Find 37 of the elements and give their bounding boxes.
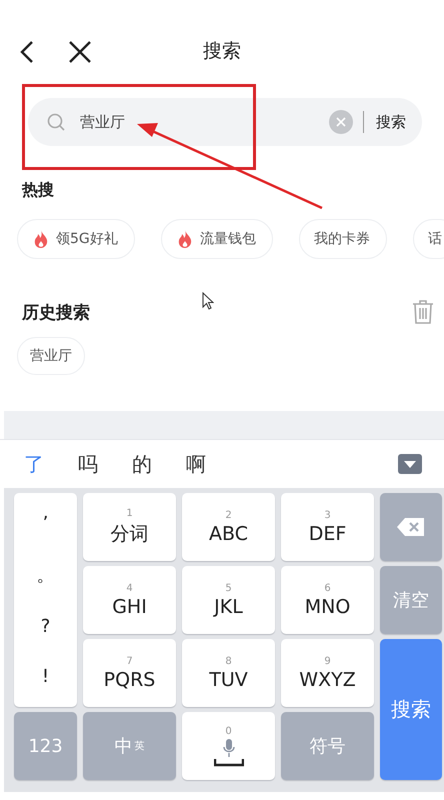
collapse-keyboard-icon[interactable] xyxy=(398,454,422,474)
candidate-word[interactable]: 啊 xyxy=(186,450,206,478)
keypad-key[interactable]: 5 JKL xyxy=(182,566,275,634)
fire-icon xyxy=(32,229,50,249)
candidate-word[interactable]: 吗 xyxy=(78,450,98,478)
backspace-icon xyxy=(396,517,426,537)
search-field[interactable]: 营业厅 搜索 xyxy=(28,98,422,146)
key-digit: 0 xyxy=(225,726,232,736)
history-chip[interactable]: 营业厅 xyxy=(17,337,85,375)
hot-search-chip[interactable]: 我的卡券 xyxy=(298,219,387,259)
mouse-pointer-icon xyxy=(202,292,214,310)
keypad-key[interactable]: 2 ABC xyxy=(182,493,275,561)
keypad-key[interactable]: 7 PQRS xyxy=(83,639,176,707)
microphone-icon xyxy=(222,738,234,756)
hot-search-chip[interactable]: 领5G好礼 xyxy=(17,219,135,259)
candidate-word[interactable]: 了 xyxy=(24,450,44,478)
space-bar-icon xyxy=(214,758,244,766)
search-icon xyxy=(46,112,66,132)
keypad-key[interactable]: 4 GHI xyxy=(83,566,176,634)
candidate-word[interactable]: 的 xyxy=(132,450,152,478)
hot-search-chip[interactable]: 流量钱包 xyxy=(160,219,273,259)
keypad-key[interactable]: 6 MNO xyxy=(281,566,374,634)
section-title: 历史搜索 xyxy=(20,302,90,324)
back-icon[interactable] xyxy=(20,40,34,64)
language-label: 中 xyxy=(114,735,132,758)
keypad-key[interactable]: 9 WXYZ xyxy=(281,639,374,707)
close-icon[interactable] xyxy=(68,40,92,64)
language-alt-label: 英 xyxy=(134,740,144,753)
keypad-key[interactable]: 3 DEF xyxy=(281,493,374,561)
keypad-key[interactable]: 1 分词 xyxy=(83,493,176,561)
trash-icon[interactable] xyxy=(412,299,434,325)
punctuation-key[interactable]: ’ 。 ? ! xyxy=(14,493,77,707)
search-button[interactable]: 搜索 xyxy=(374,112,408,132)
keypad-key[interactable]: 8 TUV xyxy=(182,639,275,707)
page-title: 搜索 xyxy=(202,39,242,64)
hot-search-chip[interactable]: 话 xyxy=(412,219,444,259)
section-title: 热搜 xyxy=(20,180,55,201)
